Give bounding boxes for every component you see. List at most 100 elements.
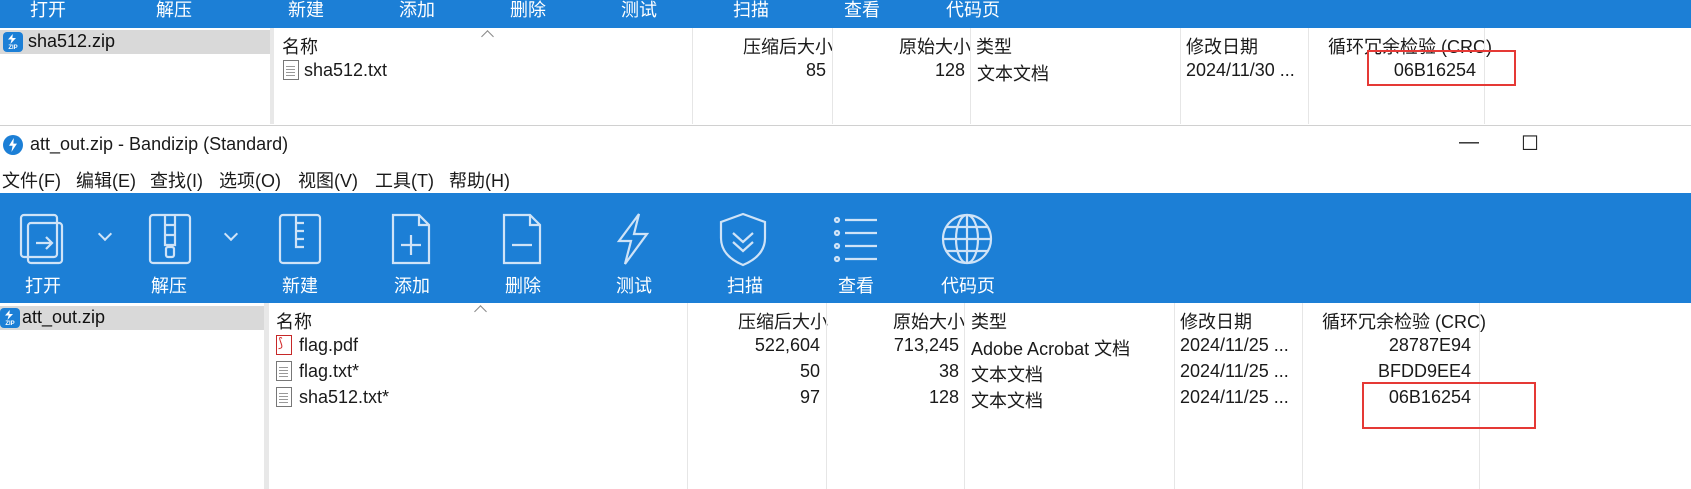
column-divider — [1180, 28, 1181, 124]
scan-label: 扫描 — [727, 276, 763, 296]
menu-tools[interactable]: 工具(T) — [375, 167, 434, 193]
menu-find[interactable]: 查找(I) — [150, 167, 203, 193]
open-label: 打开 — [25, 276, 61, 296]
column-divider — [1308, 28, 1309, 124]
maximize-button[interactable]: ☐ — [1521, 131, 1539, 156]
top-new-button[interactable]: 新建 — [288, 0, 324, 22]
column-divider — [832, 28, 833, 124]
extract-dropdown-chevron-icon[interactable] — [223, 226, 239, 242]
scan-shield-icon — [719, 212, 767, 267]
crc-value: 28787E94 — [1388, 335, 1471, 355]
zip-archive-icon — [0, 308, 20, 328]
column-divider — [687, 303, 688, 489]
original-size: 38 — [938, 361, 959, 381]
modified-date: 2024/11/25 ... — [1180, 387, 1289, 407]
text-file-icon — [276, 387, 292, 407]
new-archive-icon — [278, 213, 322, 265]
codepage-label: 代码页 — [941, 276, 995, 296]
modified-date: 2024/11/25 ... — [1180, 335, 1289, 355]
col-type[interactable]: 类型 — [971, 308, 1007, 334]
modified-date: 2024/11/25 ... — [1180, 361, 1289, 381]
compressed-size: 522,604 — [754, 335, 820, 355]
original-size: 128 — [928, 387, 959, 407]
column-divider — [964, 303, 965, 489]
top-test-button[interactable]: 测试 — [621, 0, 657, 22]
delete-file-icon — [502, 213, 542, 265]
compressed-size: 85 — [805, 60, 826, 80]
top-open-button[interactable]: 打开 — [30, 0, 66, 22]
file-type: 文本文档 — [971, 365, 1043, 385]
col-crc[interactable]: 循环冗余检验 (CRC) — [1322, 308, 1486, 334]
menu-options[interactable]: 选项(O) — [219, 167, 281, 193]
top-col-modified[interactable]: 修改日期 — [1186, 33, 1258, 59]
new-label: 新建 — [282, 276, 318, 296]
menu-help[interactable]: 帮助(H) — [449, 167, 510, 193]
test-lightning-icon — [616, 213, 650, 265]
add-file-icon — [391, 213, 431, 265]
view-list-icon — [833, 216, 877, 263]
view-label: 查看 — [838, 276, 874, 296]
menu-view[interactable]: 视图(V) — [298, 167, 358, 193]
column-divider — [1302, 303, 1303, 489]
column-divider — [692, 28, 693, 124]
top-col-name[interactable]: 名称 — [282, 33, 318, 59]
top-archive-name[interactable]: sha512.zip — [28, 31, 115, 52]
col-modified[interactable]: 修改日期 — [1180, 308, 1252, 334]
open-archive-icon — [19, 213, 64, 265]
minimize-button[interactable]: — — [1459, 131, 1479, 154]
file-name: sha512.txt — [304, 60, 388, 80]
crc-highlight-box — [1362, 382, 1536, 429]
title-bar: att_out.zip - Bandizip (Standard) — ☐ — [0, 125, 1691, 166]
bandizip-app-icon — [3, 135, 23, 155]
top-view-button[interactable]: 查看 — [844, 0, 880, 22]
crc-highlight-box — [1367, 50, 1516, 86]
top-col-original[interactable]: 原始大小 — [899, 33, 971, 59]
test-label: 测试 — [616, 276, 652, 296]
file-name: flag.txt* — [299, 361, 360, 381]
add-label: 添加 — [394, 276, 430, 296]
top-extract-button[interactable]: 解压 — [156, 0, 192, 22]
compressed-size: 97 — [799, 387, 820, 407]
top-window-toolbar: 打开 解压 新建 添加 删除 测试 扫描 查看 代码页 — [0, 0, 1691, 28]
menu-edit[interactable]: 编辑(E) — [76, 167, 136, 193]
compressed-size: 50 — [799, 361, 820, 381]
modified-date: 2024/11/30 ... — [1186, 60, 1295, 80]
menu-bar: 文件(F) 编辑(E) 查找(I) 选项(O) 视图(V) 工具(T) 帮助(H… — [0, 165, 1691, 193]
codepage-globe-icon — [941, 213, 993, 265]
column-divider — [1174, 303, 1175, 489]
delete-label: 删除 — [505, 276, 541, 296]
column-divider — [970, 28, 971, 124]
file-type: 文本文档 — [971, 391, 1043, 411]
open-dropdown-chevron-icon[interactable] — [97, 226, 113, 242]
archive-tree-item[interactable]: att_out.zip — [22, 307, 105, 328]
original-size: 128 — [934, 60, 965, 80]
window-title: att_out.zip - Bandizip (Standard) — [30, 134, 289, 154]
sort-ascending-icon — [481, 30, 494, 43]
menu-file[interactable]: 文件(F) — [2, 167, 61, 193]
top-add-button[interactable]: 添加 — [399, 0, 435, 22]
col-name[interactable]: 名称 — [276, 308, 312, 334]
file-name: sha512.txt* — [299, 387, 390, 407]
top-codepage-button[interactable]: 代码页 — [946, 0, 1000, 22]
col-original[interactable]: 原始大小 — [893, 308, 965, 334]
text-file-icon — [276, 361, 292, 381]
text-file-icon — [283, 60, 299, 80]
top-delete-button[interactable]: 删除 — [510, 0, 546, 22]
original-size: 713,245 — [893, 335, 959, 355]
zip-archive-icon — [3, 32, 23, 52]
pdf-file-icon — [276, 335, 292, 355]
extract-label: 解压 — [151, 276, 187, 296]
main-toolbar: 打开 解压 新建 添加 删除 测试 扫描 查看 代码页 — [0, 193, 1691, 303]
crc-value: BFDD9EE4 — [1377, 361, 1471, 381]
col-compressed[interactable]: 压缩后大小 — [738, 308, 828, 334]
top-archive-tree: sha512.zip — [0, 28, 271, 124]
file-type: Adobe Acrobat 文档 — [971, 339, 1131, 359]
archive-tree: att_out.zip — [0, 303, 265, 489]
top-col-compressed[interactable]: 压缩后大小 — [743, 33, 833, 59]
top-col-type[interactable]: 类型 — [976, 33, 1012, 59]
extract-icon — [148, 213, 192, 265]
file-type: 文本文档 — [977, 64, 1049, 84]
sort-ascending-icon — [474, 305, 487, 318]
top-scan-button[interactable]: 扫描 — [733, 0, 769, 22]
column-divider — [826, 303, 827, 489]
